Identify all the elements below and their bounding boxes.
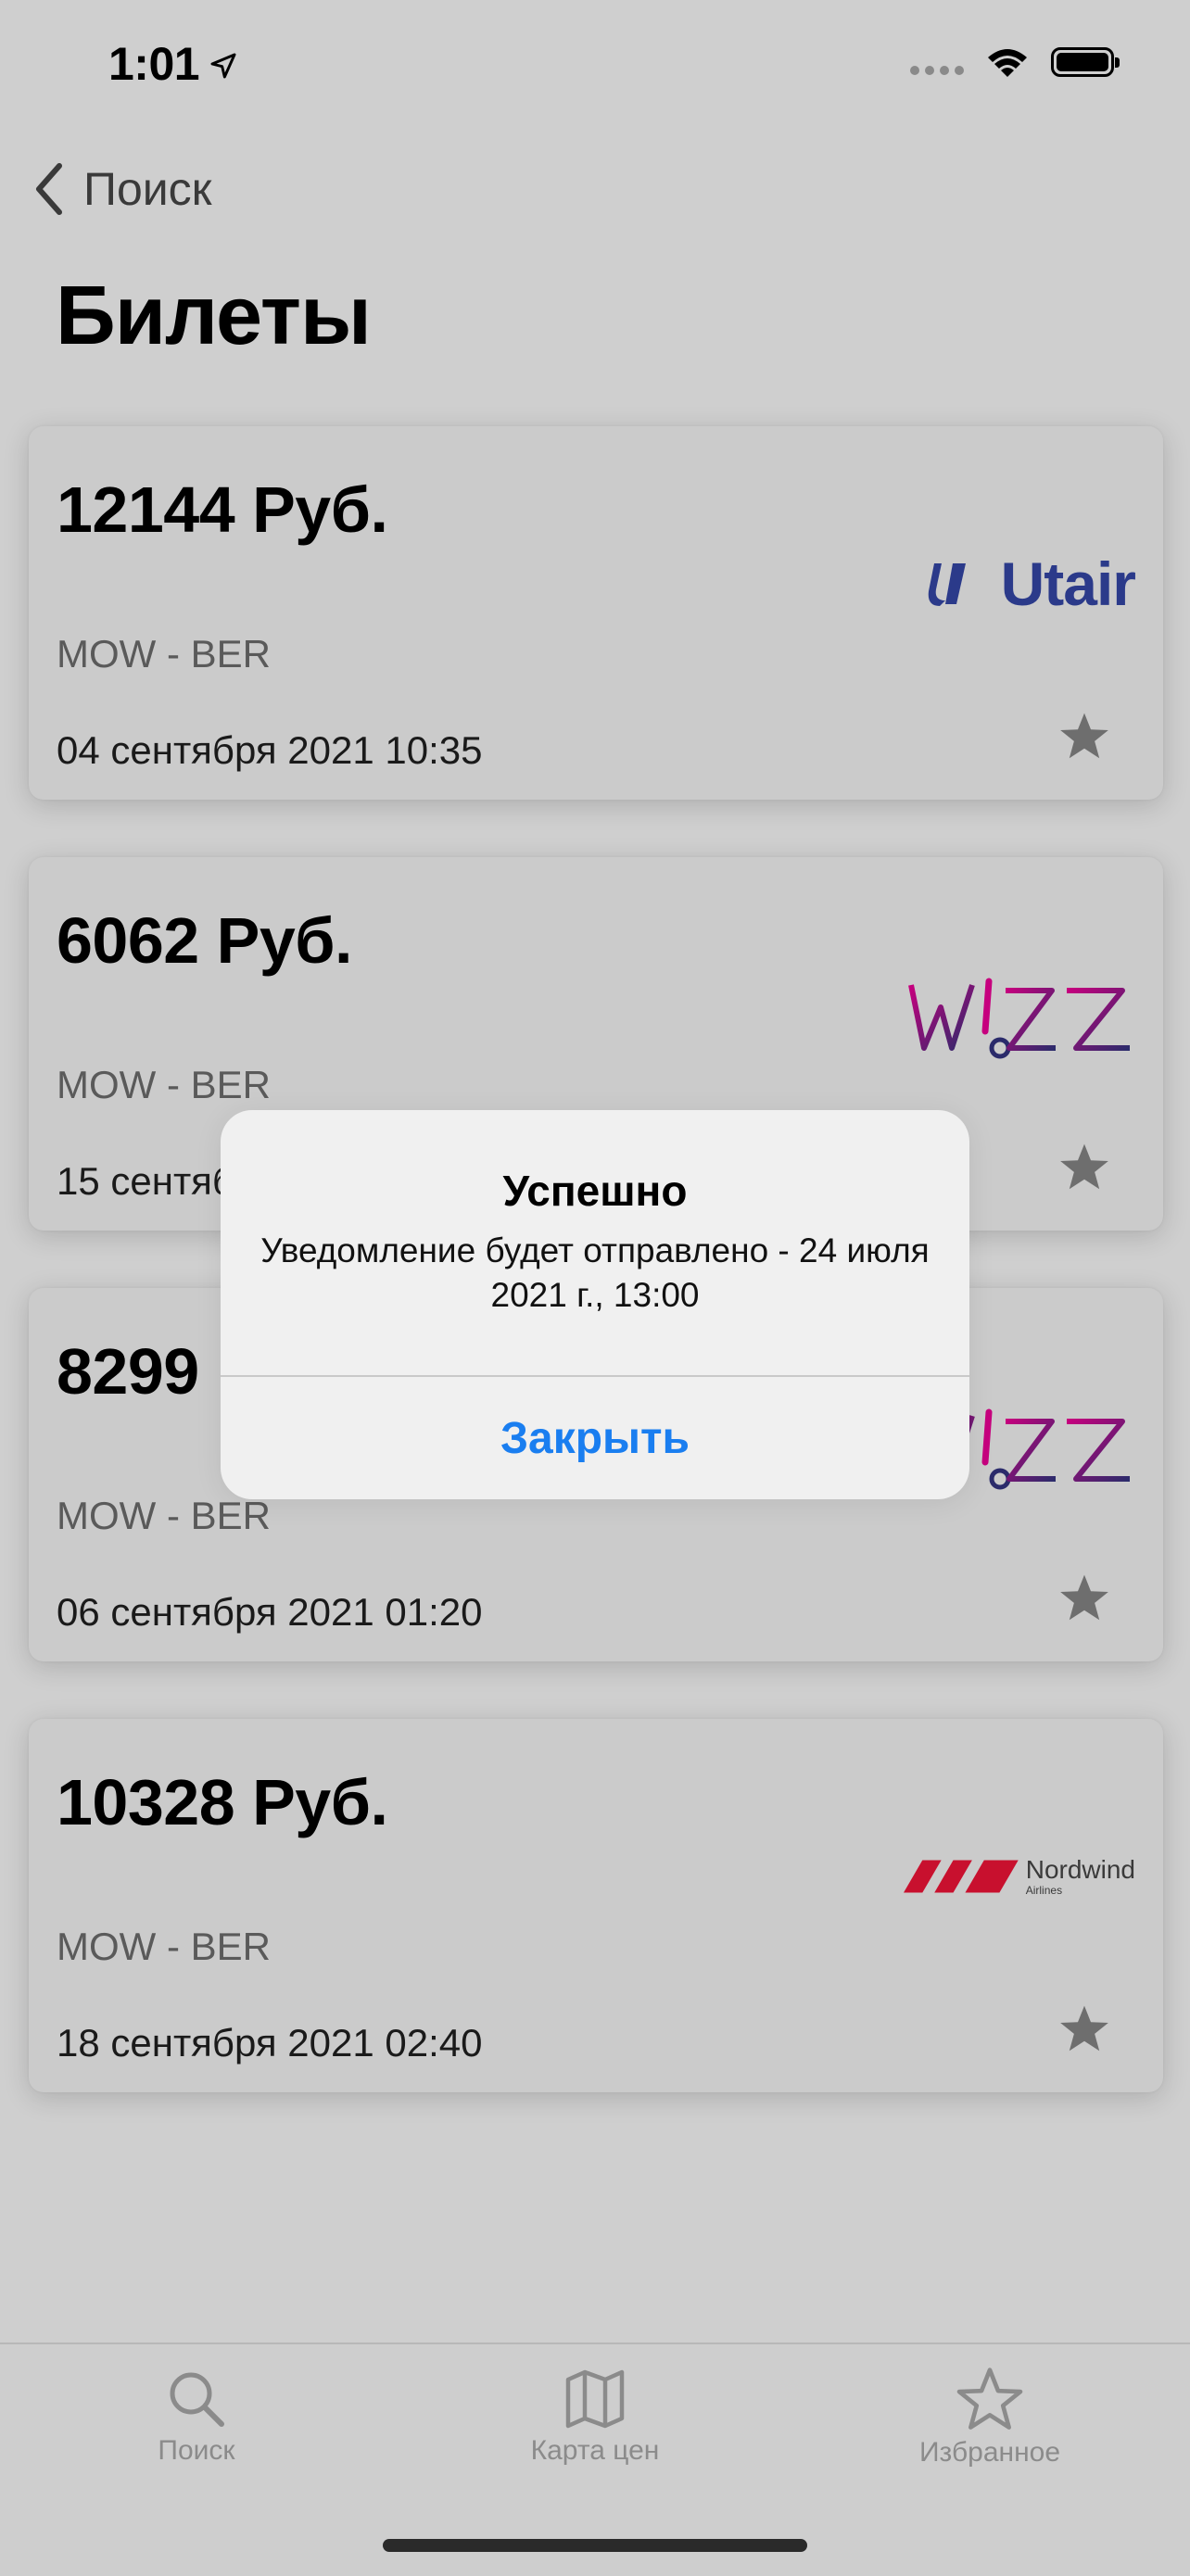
location-arrow-icon bbox=[210, 53, 236, 79]
star-icon bbox=[956, 2368, 1023, 2430]
ticket-date: 04 сентября 2021 10:35 bbox=[57, 728, 483, 772]
page-title: Билеты bbox=[56, 270, 372, 362]
wizz-logo bbox=[904, 950, 1135, 1080]
ticket-date: 18 сентября 2021 02:40 bbox=[57, 2021, 483, 2065]
home-indicator[interactable] bbox=[383, 2539, 807, 2552]
alert-dialog: Успешно Уведомление будет отправлено - 2… bbox=[221, 1110, 969, 1499]
utair-mark-icon bbox=[928, 563, 966, 606]
search-icon bbox=[170, 2372, 224, 2427]
ticket-price: 10328 Руб. bbox=[57, 1766, 388, 1838]
favorite-star-icon[interactable] bbox=[1057, 711, 1111, 763]
ticket-route: MOW - BER bbox=[57, 1494, 271, 1537]
nordwind-mark-icon bbox=[904, 1860, 1019, 1893]
tab-search[interactable]: Поиск bbox=[57, 2367, 335, 2467]
status-bar: 1:01 bbox=[0, 0, 1190, 130]
ticket-price: 12144 Руб. bbox=[57, 474, 388, 546]
tab-favorites-label: Избранное bbox=[918, 2437, 1061, 2468]
nordwind-logo-name: Nordwind bbox=[1025, 1855, 1135, 1884]
alert-title: Успешно bbox=[502, 1167, 688, 1215]
favorite-star-icon[interactable] bbox=[1057, 1572, 1111, 1624]
ticket-date: 06 сентября 2021 01:20 bbox=[57, 1590, 483, 1634]
alert-close-button[interactable]: Закрыть bbox=[221, 1377, 969, 1499]
favorite-star-icon[interactable] bbox=[1057, 1142, 1111, 1193]
wifi-icon bbox=[988, 49, 1027, 77]
alert-message: Уведомление будет отправлено - 24 июля 2… bbox=[260, 1231, 930, 1314]
map-icon bbox=[565, 2369, 625, 2429]
favorite-star-icon[interactable] bbox=[1057, 2003, 1111, 2055]
nordwind-logo: Nordwind Airlines bbox=[904, 1812, 1135, 1941]
chevron-left-icon bbox=[36, 163, 62, 215]
cellular-signal-icon bbox=[910, 66, 964, 75]
ticket-price: 6062 Руб. bbox=[57, 904, 352, 977]
tab-search-label: Поиск bbox=[158, 2435, 235, 2466]
ticket-route: MOW - BER bbox=[57, 632, 271, 676]
nordwind-logo-text: Nordwind Airlines bbox=[1025, 1855, 1135, 1897]
ticket-route: MOW - BER bbox=[57, 1063, 271, 1106]
utair-logo: Utair bbox=[904, 519, 1136, 649]
ticket-card[interactable]: 10328 Руб. MOW - BER 18 сентября 2021 02… bbox=[29, 1719, 1163, 2092]
back-button[interactable]: Поиск bbox=[33, 162, 212, 216]
status-time-label: 1:01 bbox=[108, 38, 200, 90]
wizz-logo-icon bbox=[908, 978, 1130, 1059]
tab-favorites[interactable]: Избранное bbox=[851, 2367, 1129, 2469]
tab-price-map[interactable]: Карта цен bbox=[456, 2367, 734, 2467]
ticket-route: MOW - BER bbox=[57, 1925, 271, 1968]
status-time: 1:01 bbox=[108, 37, 238, 91]
battery-icon bbox=[1051, 47, 1120, 77]
nordwind-logo-sub: Airlines bbox=[1025, 1884, 1063, 1897]
ticket-card[interactable]: 12144 Руб. MOW - BER 04 сентября 2021 10… bbox=[29, 426, 1163, 800]
back-button-label: Поиск bbox=[83, 163, 212, 215]
tab-price-map-label: Карта цен bbox=[530, 2435, 660, 2466]
utair-logo-text: Utair bbox=[1000, 549, 1136, 618]
status-icons bbox=[910, 44, 1120, 80]
